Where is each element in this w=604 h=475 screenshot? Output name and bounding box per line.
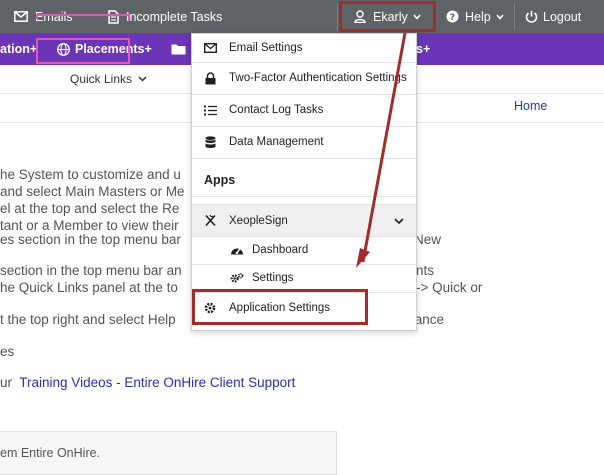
annotation-arrow (356, 32, 407, 268)
